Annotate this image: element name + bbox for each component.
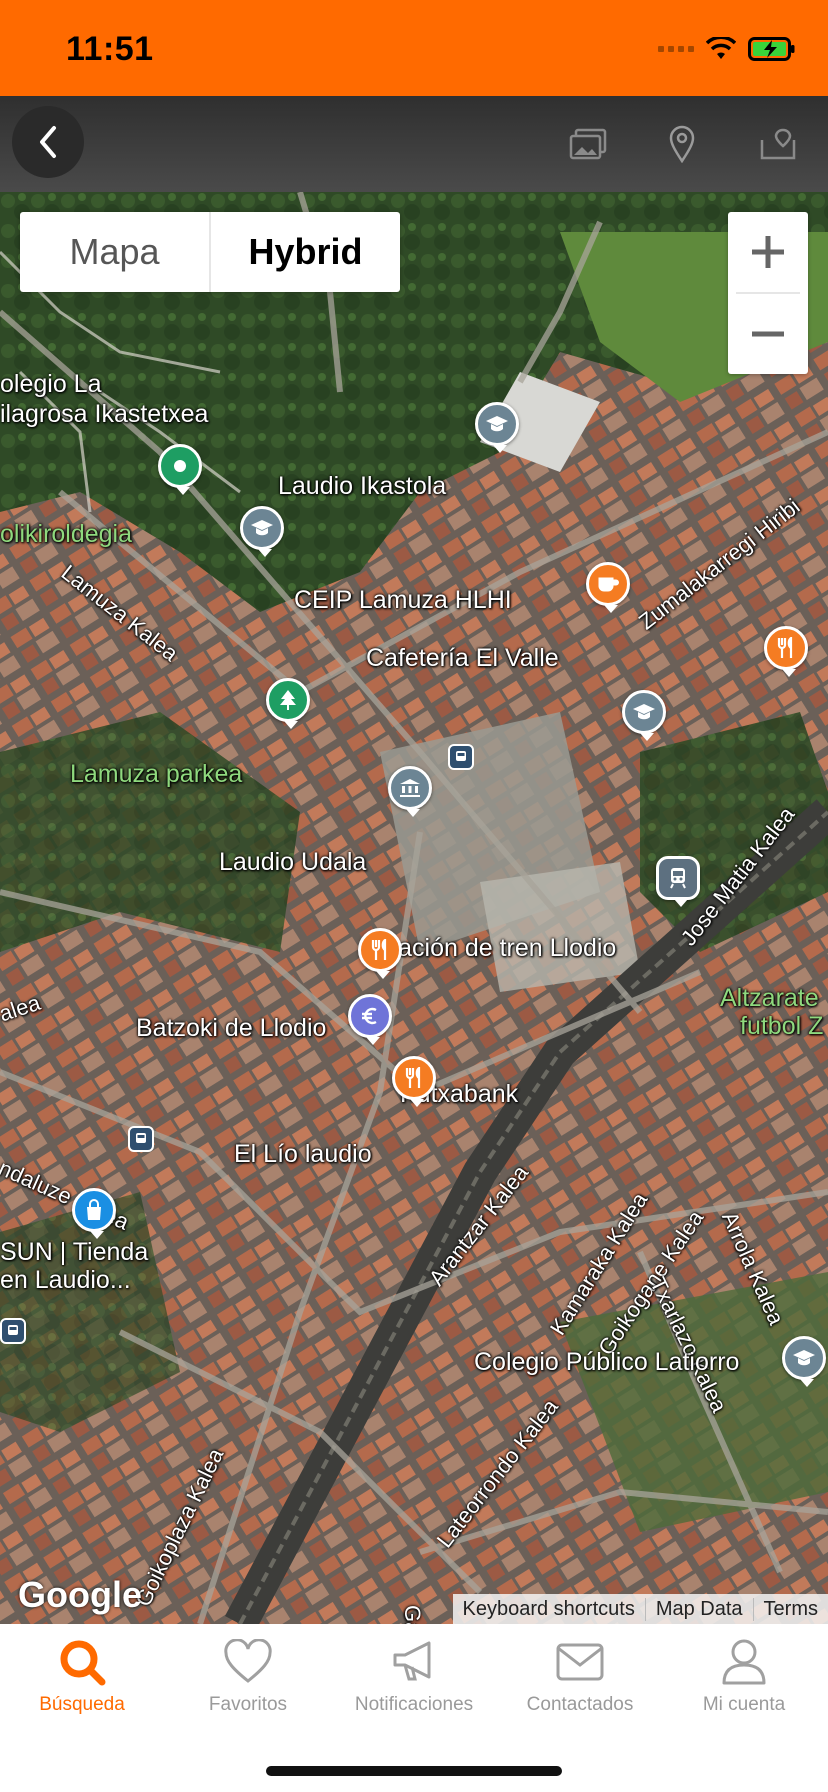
- tab-label: Contactados: [526, 1694, 634, 1715]
- government-building-icon: [400, 779, 420, 797]
- train-icon: [670, 868, 686, 889]
- mail-icon: [556, 1643, 604, 1681]
- bus-stop-marker[interactable]: [0, 1318, 26, 1344]
- fork-knife-icon: [777, 637, 793, 658]
- street-label-gall: Gall: [399, 1605, 425, 1624]
- top-toolbar: [0, 96, 828, 192]
- chevron-left-icon: [40, 126, 56, 158]
- tree-icon: [280, 690, 296, 710]
- map-type-map-button[interactable]: Mapa: [20, 212, 211, 292]
- map-type-hybrid-button[interactable]: Hybrid: [211, 212, 400, 292]
- dot-icon: [174, 460, 186, 472]
- tab-contactados[interactable]: Contactados: [500, 1634, 660, 1734]
- map-type-control: Mapa Hybrid: [20, 212, 400, 292]
- map-label-lamuza-parkea: Lamuza parkea: [70, 760, 243, 788]
- map-label-colegio-latiorro: Colegio Público Latiorro: [474, 1348, 740, 1376]
- map-label-altzarate-1: Altzarate: [720, 984, 819, 1012]
- location-button[interactable]: [660, 122, 704, 166]
- sports-center-marker[interactable]: [158, 444, 202, 495]
- cafe-marker-el-valle[interactable]: [586, 562, 630, 613]
- shopping-bag-icon: [87, 1199, 101, 1220]
- terms-link[interactable]: Terms: [752, 1597, 828, 1621]
- tab-busqueda[interactable]: Búsqueda: [2, 1634, 162, 1734]
- bank-marker-kutxabank[interactable]: [348, 994, 392, 1045]
- gallery-button[interactable]: [566, 122, 610, 166]
- tab-label: Búsqueda: [39, 1694, 125, 1715]
- euro-icon: [362, 1007, 377, 1025]
- zoom-out-button[interactable]: [728, 294, 808, 374]
- zoom-control: [728, 212, 808, 374]
- map-label-polikiroldegia: olikiroldegia: [0, 520, 133, 548]
- minus-icon: [752, 331, 784, 337]
- user-icon: [722, 1639, 766, 1685]
- app-screen: 11:51 Mapa Hybrid olegio La ilagrosa Ika…: [0, 0, 828, 1792]
- school-marker-ceip[interactable]: [240, 506, 284, 557]
- graduation-cap-icon: [633, 704, 655, 720]
- coffee-cup-icon: [598, 577, 619, 592]
- restaurant-marker-batzoki[interactable]: [358, 928, 402, 979]
- shop-marker-sun[interactable]: [72, 1188, 116, 1239]
- map-label-altzarate-2: futbol Z: [740, 1012, 824, 1040]
- bus-icon: [136, 1133, 146, 1143]
- status-icons: [658, 34, 796, 64]
- megaphone-icon: [393, 1641, 431, 1681]
- tab-favoritos[interactable]: Favoritos: [168, 1634, 328, 1734]
- battery-charging-icon: [748, 37, 795, 61]
- zoom-in-button[interactable]: [728, 212, 808, 292]
- school-marker-latiorro[interactable]: [782, 1336, 826, 1387]
- map-attribution: Keyboard shortcuts Map Data Terms: [452, 1594, 828, 1624]
- bus-icon: [456, 751, 466, 761]
- bus-stop-marker[interactable]: [128, 1126, 154, 1152]
- tab-mi-cuenta[interactable]: Mi cuenta: [664, 1634, 824, 1734]
- plus-icon: [752, 236, 784, 268]
- keyboard-shortcuts-link[interactable]: Keyboard shortcuts: [453, 1598, 645, 1621]
- map-label-colegio: olegio La: [0, 370, 102, 398]
- map-label-batzoki: Batzoki de Llodio: [136, 1014, 327, 1042]
- graduation-cap-icon: [486, 416, 508, 432]
- map-label-sun-2: en Laudio...: [0, 1266, 131, 1294]
- tab-label: Mi cuenta: [702, 1694, 786, 1715]
- search-icon: [60, 1640, 106, 1686]
- map-label-laudio-ikastola: Laudio Ikastola: [278, 472, 447, 500]
- map-label-milagrosa: ilagrosa Ikastetxea: [0, 400, 209, 428]
- map-view-button[interactable]: [756, 122, 800, 166]
- map-data-link[interactable]: Map Data: [644, 1597, 753, 1621]
- fork-knife-icon: [405, 1067, 421, 1088]
- heart-icon: [224, 1639, 272, 1683]
- gallery-icon: [569, 128, 607, 160]
- school-marker-east[interactable]: [622, 690, 666, 741]
- map-label-ceip: CEIP Lamuza HLHI: [294, 586, 512, 614]
- google-logo: Google: [18, 1574, 142, 1615]
- status-time: 11:51: [66, 30, 154, 68]
- location-pin-icon: [669, 125, 695, 163]
- back-button[interactable]: [12, 106, 84, 178]
- wifi-icon: [706, 37, 736, 59]
- fork-knife-icon: [371, 939, 387, 960]
- restaurant-marker-el-lio[interactable]: [392, 1056, 436, 1107]
- graduation-cap-icon: [793, 1350, 815, 1366]
- map-label-el-lio: El Lío laudio: [234, 1140, 372, 1168]
- bus-icon: [8, 1325, 18, 1335]
- map-view[interactable]: Mapa Hybrid olegio La ilagrosa Ikastetxe…: [0, 192, 828, 1624]
- restaurant-marker-right[interactable]: [764, 626, 808, 677]
- map-icon: [760, 128, 796, 160]
- park-marker-lamuza[interactable]: [266, 678, 310, 729]
- tab-label: Notificaciones: [354, 1694, 474, 1715]
- map-label-sun-1: SUN | Tienda: [0, 1238, 149, 1266]
- graduation-cap-icon: [251, 520, 273, 536]
- home-indicator[interactable]: [266, 1766, 562, 1776]
- status-bar: 11:51: [0, 0, 828, 96]
- school-marker-laudio-ikastola[interactable]: [475, 402, 519, 453]
- tab-notificaciones[interactable]: Notificaciones: [334, 1634, 494, 1734]
- bus-stop-marker[interactable]: [448, 744, 474, 770]
- map-label-cafeteria: Cafetería El Valle: [366, 644, 559, 672]
- tab-label: Favoritos: [208, 1694, 288, 1715]
- cellular-signal-icon: [658, 46, 694, 52]
- train-station-marker[interactable]: [656, 856, 700, 907]
- map-label-laudio-udala: Laudio Udala: [219, 848, 367, 876]
- city-hall-marker-laudio-udala[interactable]: [388, 766, 432, 817]
